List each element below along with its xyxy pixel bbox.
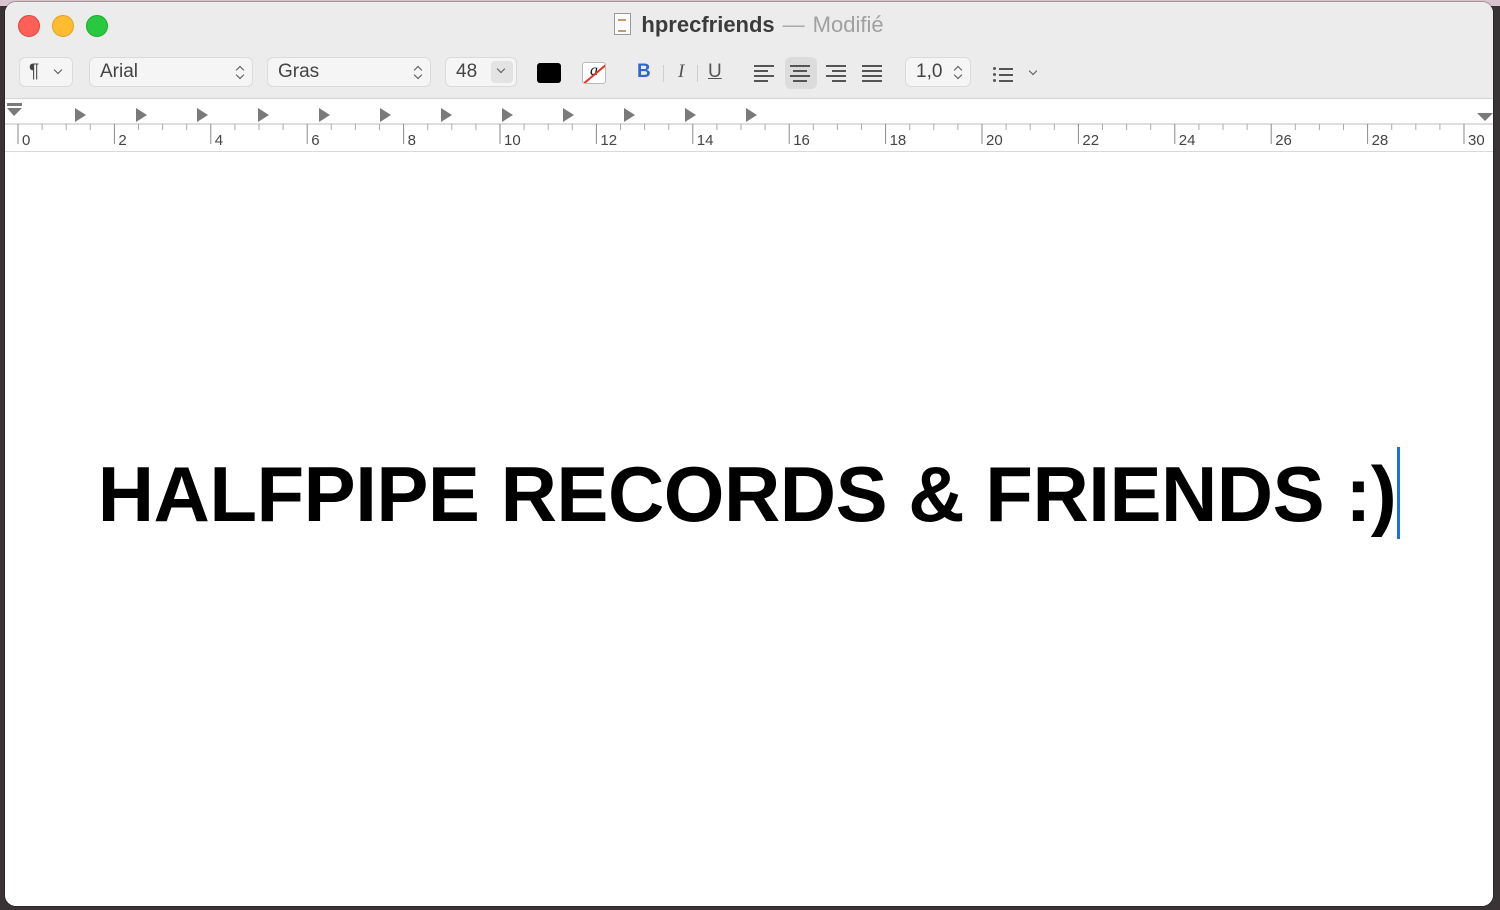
ruler-label: 4 [215,132,223,149]
bulleted-list-icon[interactable] [993,66,1017,82]
document-text-line[interactable]: HALFPIPE RECORDS & FRIENDS :) [5,447,1493,540]
ruler-label: 26 [1275,132,1292,149]
highlight-color-well[interactable]: a [582,62,606,84]
list-menu-chevron-icon[interactable] [1028,66,1038,76]
tab-stop-marker[interactable] [624,108,635,122]
title-bar: hprecfriends — Modifié ¶ Arial Gras 48 a [5,2,1493,99]
first-line-indent-marker[interactable] [7,103,22,106]
ruler-label: 16 [793,132,810,149]
font-size-combobox[interactable]: 48 [445,57,517,87]
tab-stop-marker[interactable] [75,108,86,122]
ruler-label: 24 [1179,132,1196,149]
up-down-arrows-icon [414,65,423,80]
font-family-select[interactable]: Arial [89,57,253,87]
ruler-label: 20 [986,132,1003,149]
font-size-value: 48 [456,61,478,82]
text-color-well[interactable] [537,63,561,83]
justify-button[interactable] [862,62,884,84]
divider [663,65,664,82]
font-style-select[interactable]: Gras [267,57,431,87]
font-size-dropdown-button[interactable] [491,61,513,83]
ruler-scale: 0 2 4 6 8 10 12 14 16 18 20 22 24 26 28 30 [5,103,1493,149]
ruler-label: 30 [1468,132,1485,149]
tab-stop-marker[interactable] [319,108,330,122]
title-separator: — [782,12,805,37]
chevron-down-icon [496,64,506,74]
ruler-label: 2 [118,132,126,149]
tab-stop-marker[interactable] [746,108,757,122]
text-caret [1397,447,1401,539]
highlight-glyph: a [590,62,598,79]
ruler-label: 8 [408,132,416,149]
paragraph-style-menu[interactable]: ¶ [19,57,73,87]
tab-stop-marker[interactable] [502,108,513,122]
up-down-arrows-icon [236,65,245,80]
ruler-label: 28 [1372,132,1389,149]
edited-status: Modifié [812,12,884,37]
tab-stop-marker[interactable] [258,108,269,122]
tab-stop-marker[interactable] [380,108,391,122]
align-left-button[interactable] [754,62,776,84]
up-down-arrows-icon [954,65,963,80]
line-spacing-select[interactable]: 1,0 [905,57,971,87]
document-icon [614,13,632,35]
tab-stop-marker[interactable] [563,108,574,122]
align-right-button[interactable] [826,62,848,84]
line-spacing-value: 1,0 [916,61,943,82]
window-title: hprecfriends — Modifié [5,11,1493,39]
bold-button[interactable]: B [637,60,651,84]
document-editor[interactable]: HALFPIPE RECORDS & FRIENDS :) [5,152,1493,906]
font-family-value: Arial [100,61,139,82]
right-indent-marker[interactable] [1477,113,1493,121]
underline-button[interactable]: U [708,60,722,84]
ruler-label: 12 [600,132,617,149]
chevron-down-icon [53,65,63,75]
font-style-value: Gras [278,61,320,82]
indent-marker[interactable] [7,108,22,116]
ruler-label: 18 [890,132,907,149]
tab-stop-marker[interactable] [685,108,696,122]
divider [697,65,698,82]
tab-stop-marker[interactable] [136,108,147,122]
tab-stop-marker[interactable] [441,108,452,122]
ruler-label: 22 [1082,132,1099,149]
document-text: HALFPIPE RECORDS & FRIENDS :) [97,450,1397,538]
ruler-label: 10 [504,132,521,149]
textedit-window: hprecfriends—Modifié ¶ Arial Gras 48 a [5,2,1493,906]
window-filename: hprecfriends [641,12,775,37]
ruler-label: 0 [22,132,30,149]
tab-stop-marker[interactable] [197,108,208,122]
align-center-button[interactable] [790,62,812,84]
ruler-label: 6 [311,132,319,149]
pilcrow-icon: ¶ [29,61,40,82]
italic-button[interactable]: I [678,60,684,84]
ruler-label: 14 [697,132,714,149]
ruler[interactable]: 0 2 4 6 8 10 12 14 16 18 20 22 24 26 28 30 [5,99,1493,152]
